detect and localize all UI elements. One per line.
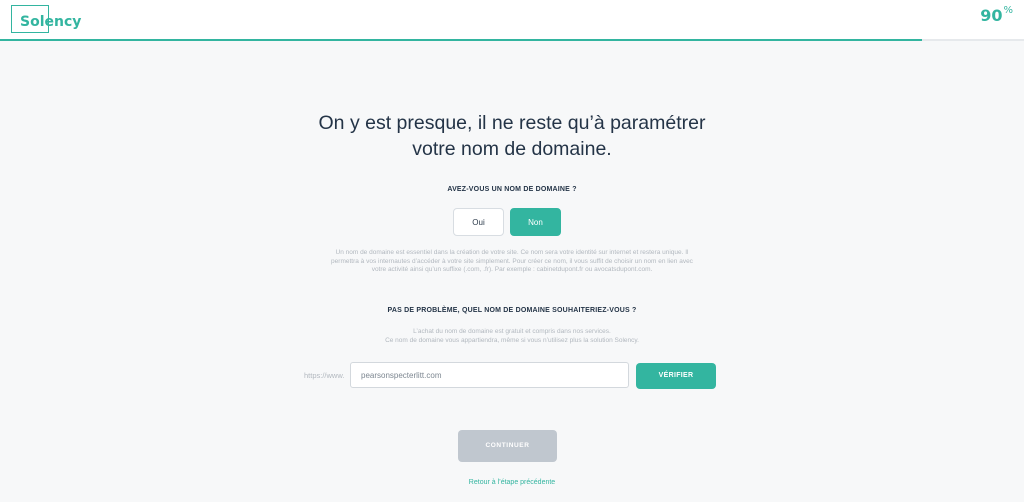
progress-percent: 90% — [980, 5, 1013, 25]
have-domain-question: AVEZ-VOUS UN NOM DE DOMAINE ? — [447, 186, 577, 193]
progress-bar — [0, 39, 1024, 41]
purchase-help-text: L’achat du nom de domaine est gratuit et… — [0, 328, 1024, 345]
domain-input[interactable] — [350, 362, 629, 388]
progress-value: 90 — [980, 6, 1003, 25]
no-button[interactable]: Non — [510, 208, 561, 236]
help-line: votre activité ainsi qu’un suffixe (.com… — [371, 266, 653, 273]
help-line: L’achat du nom de domaine est gratuit et… — [413, 328, 611, 335]
which-domain-question: PAS DE PROBLÈME, QUEL NOM DE DOMAINE SOU… — [387, 307, 637, 314]
continue-button[interactable]: CONTINUER — [458, 430, 557, 462]
logo[interactable]: Solency — [11, 5, 81, 33]
verify-button[interactable]: VÉRIFIER — [636, 363, 716, 389]
domain-prefix: https://www. — [304, 371, 345, 380]
progress-bar-fill — [0, 39, 922, 41]
page-title-line: votre nom de domaine. — [412, 138, 612, 160]
help-line: Un nom de domaine est essentiel dans la … — [335, 249, 689, 256]
page-title: On y est presque, il ne reste qu’à param… — [0, 110, 1024, 162]
yes-button[interactable]: Oui — [453, 208, 504, 236]
page-title-line: On y est presque, il ne reste qu’à param… — [318, 112, 706, 134]
top-bar: Solency 90% — [0, 0, 1024, 41]
domain-help-text: Un nom de domaine est essentiel dans la … — [0, 249, 1024, 275]
help-line: Ce nom de domaine vous appartiendra, mêm… — [385, 336, 639, 344]
back-link[interactable]: Retour à l’étape précédente — [0, 479, 1024, 486]
help-line: permettra à vos internautes d’accéder à … — [331, 257, 693, 265]
progress-unit: % — [1003, 5, 1013, 16]
logo-text: Solency — [20, 14, 82, 30]
